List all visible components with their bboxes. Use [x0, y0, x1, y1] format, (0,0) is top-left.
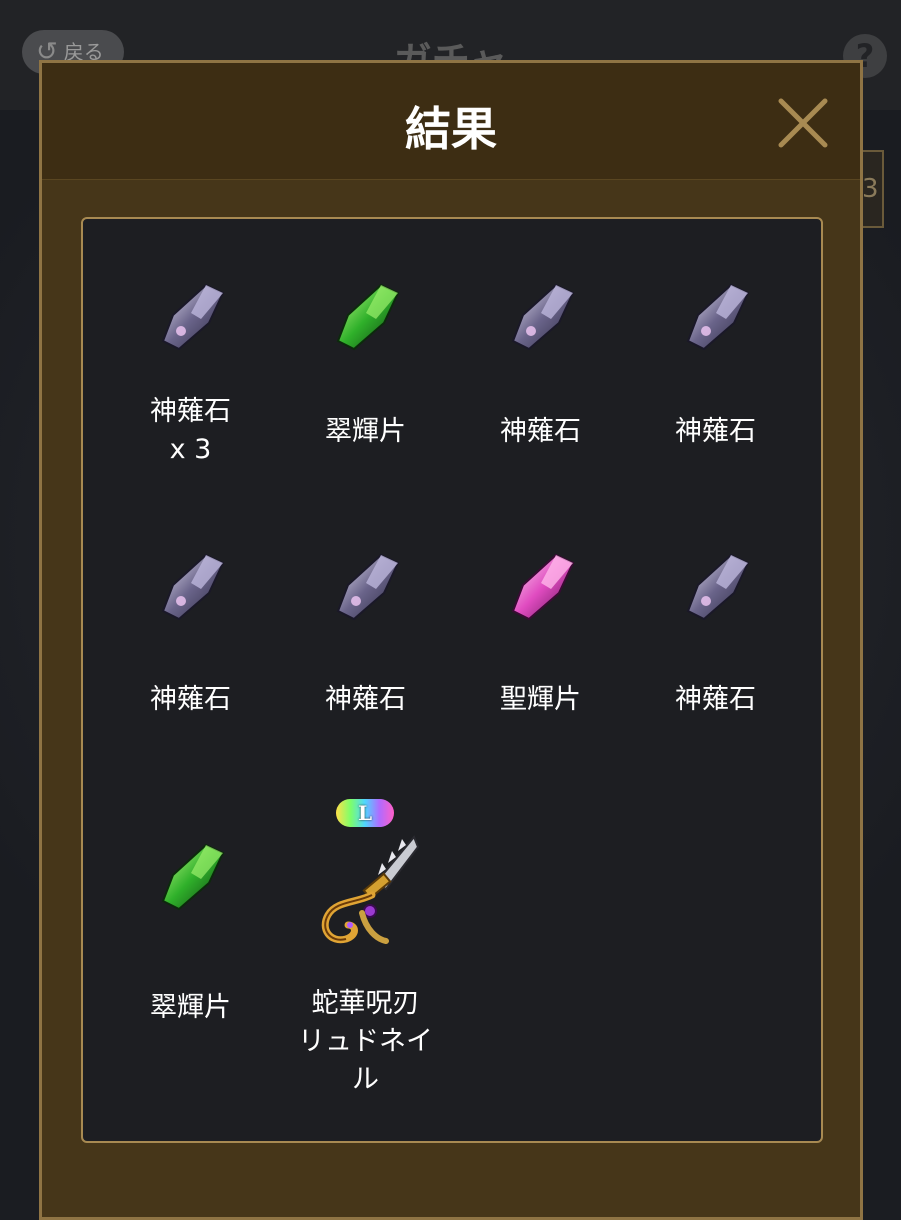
result-item[interactable]: 神薙石 [628, 549, 803, 749]
item-name-line-3: ル [352, 1064, 379, 1095]
result-item[interactable]: 神薙石 [453, 279, 628, 479]
item-name: 神薙石 [150, 684, 231, 715]
modal-title: 結果 [405, 102, 497, 156]
close-button[interactable] [775, 95, 831, 151]
crystal-purple-icon [501, 279, 581, 359]
result-item[interactable]: 聖輝片 [453, 549, 628, 749]
crystal-purple-icon [326, 549, 406, 629]
item-name: 神薙石 [325, 684, 406, 715]
modal-header: 結果 [42, 63, 860, 180]
item-name: 神薙石 [675, 416, 756, 447]
results-panel: 神薙石 x 3 翠輝片 神薙石 神薙石 神薙石 神薙石 聖輝片 神薙石 翠輝片 … [81, 217, 823, 1143]
item-name-line-1: 蛇華呪刃 [311, 988, 420, 1019]
item-name: 神薙石 [500, 416, 581, 447]
result-item[interactable]: 神薙石 [628, 279, 803, 479]
crystal-green-icon [326, 279, 406, 359]
results-modal: 結果 神薙石 x 3 翠輝片 神薙石 神薙石 神薙石 神薙石 聖輝片 神薙石 翠… [39, 60, 863, 1220]
item-name: 神薙石 [150, 396, 231, 427]
item-name-line-2: リュドネイ [298, 1026, 433, 1057]
item-quantity: x 3 [169, 434, 212, 465]
result-item[interactable]: 翠輝片 [103, 839, 278, 1039]
result-item[interactable]: 翠輝片 [278, 279, 453, 479]
close-icon [778, 98, 828, 148]
crystal-pink-icon [501, 549, 581, 629]
crystal-green-icon [151, 839, 231, 919]
item-name: 聖輝片 [500, 684, 581, 715]
result-item[interactable]: 神薙石 [278, 549, 453, 749]
rarity-badge: L [336, 799, 394, 827]
item-name: 翠輝片 [325, 416, 406, 447]
result-item[interactable]: 神薙石 x 3 [103, 279, 278, 479]
item-name: 神薙石 [675, 684, 756, 715]
result-item[interactable]: L 蛇華呪刃 リュドネイ ル [278, 799, 453, 1099]
result-item[interactable]: 神薙石 [103, 549, 278, 749]
crystal-purple-icon [151, 279, 231, 359]
crystal-purple-icon [676, 549, 756, 629]
crystal-purple-icon [151, 549, 231, 629]
item-name: 翠輝片 [150, 992, 231, 1023]
serpent-blade-icon [306, 833, 426, 953]
crystal-purple-icon [676, 279, 756, 359]
